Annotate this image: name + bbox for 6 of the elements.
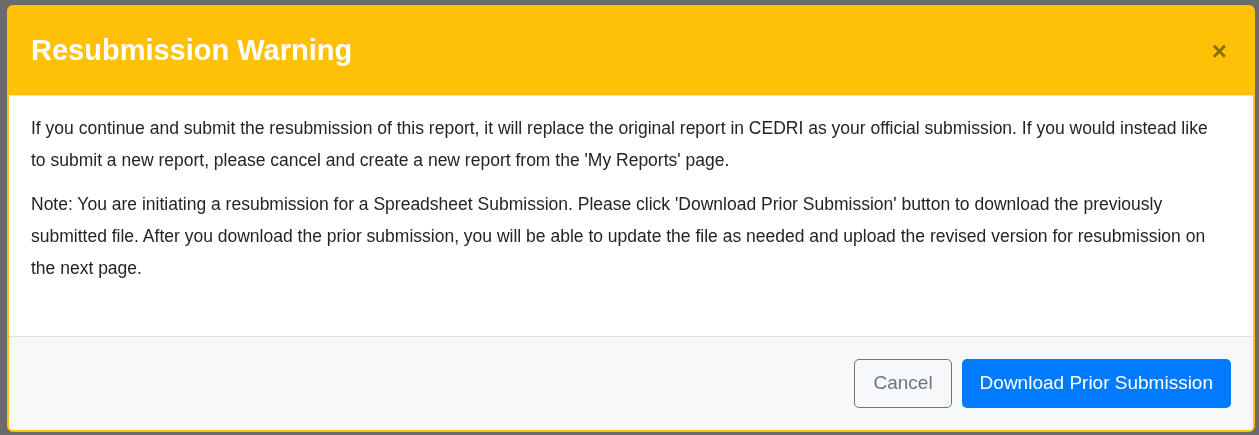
modal-title: Resubmission Warning (31, 33, 353, 69)
message-text: Note: You are initiating a resubmission for a Spreadsheet Submission. Please click 'Download Prior Submission' button to download the previously submitted file. After you download the prior submission, you will be able to update the file as needed and upload the revised version for resubmission on the next page. (31, 193, 1207, 280)
close-button[interactable]: × (1211, 38, 1227, 64)
download-button[interactable]: Download Prior Submission (961, 359, 1231, 408)
cancel-button[interactable]: Cancel (854, 359, 952, 408)
message-text: If you continue and submit the resubmission of this report, it will replace the original report in CEDRI as your official submission. If you would instead like to submit a new report, please cancel and create a new report from the 'My Reports' page. (31, 117, 1209, 172)
